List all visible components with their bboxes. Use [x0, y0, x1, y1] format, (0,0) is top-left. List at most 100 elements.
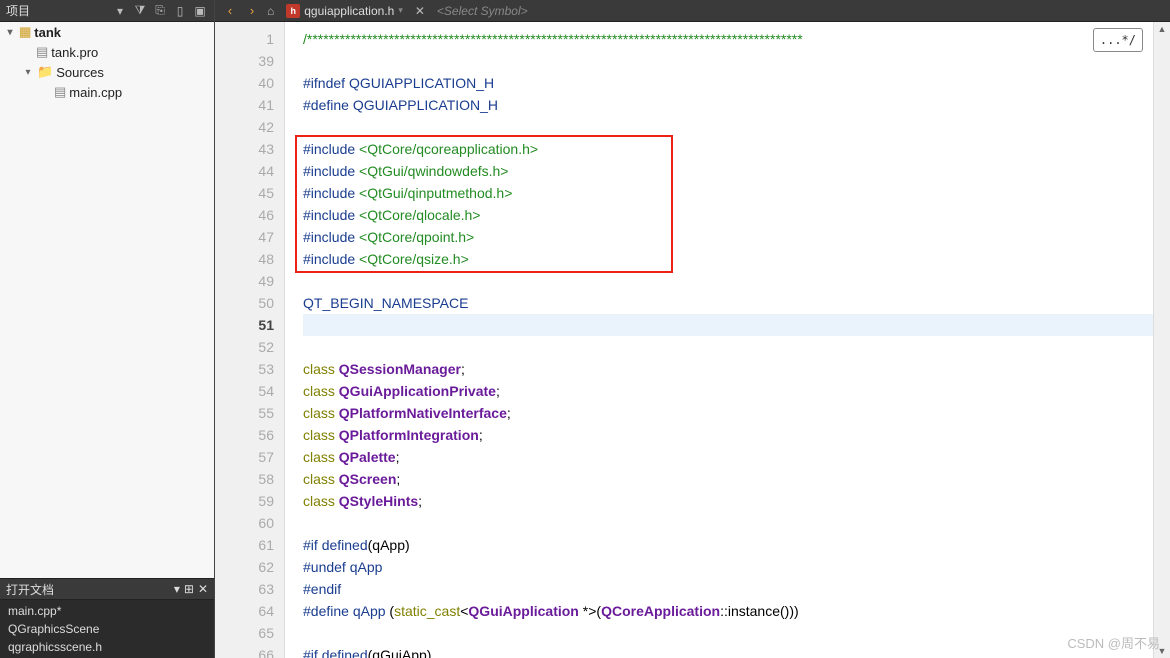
open-docs-list: main.cpp* QGraphicsScene qgraphicsscene.… — [0, 600, 214, 658]
open-doc-item[interactable]: QGraphicsScene — [0, 620, 214, 638]
tree-label: tank — [34, 25, 61, 40]
nav-forward-button[interactable]: › — [243, 2, 261, 20]
expand-icon[interactable]: ▾ — [4, 27, 16, 38]
line-number: 52 — [215, 336, 274, 358]
code-line[interactable]: class QPalette; — [303, 446, 1153, 468]
tree-label: Sources — [56, 65, 104, 80]
line-number: 55 — [215, 402, 274, 424]
link-icon[interactable]: ⎘ — [152, 3, 168, 19]
code-line[interactable]: #include <QtGui/qwindowdefs.h> — [303, 160, 1153, 182]
line-number: 65 — [215, 622, 274, 644]
left-column: 项目 ▾ ⧩ ⎘ ▯ ▣ ▾ ▦ tank ▤ tank.pro ▾ 📁 Sou… — [0, 0, 215, 658]
code-line[interactable]: #include <QtCore/qcoreapplication.h> — [303, 138, 1153, 160]
line-number: 59 — [215, 490, 274, 512]
line-number: 41 — [215, 94, 274, 116]
code-editor[interactable]: 1394041424344454647484950515253545556575… — [215, 22, 1170, 658]
code-area[interactable]: ...*/ /*********************************… — [285, 22, 1153, 658]
symbol-selector[interactable]: <Select Symbol> — [431, 4, 1164, 18]
line-number: 60 — [215, 512, 274, 534]
nav-back-button[interactable]: ‹ — [221, 2, 239, 20]
code-line[interactable]: QT_BEGIN_NAMESPACE — [303, 292, 1153, 314]
project-panel-header: 项目 ▾ ⧩ ⎘ ▯ ▣ — [0, 0, 214, 22]
code-line[interactable]: #define QGUIAPPLICATION_H — [303, 94, 1153, 116]
code-line[interactable] — [303, 116, 1153, 138]
project-panel-title: 项目 — [6, 2, 108, 19]
code-line[interactable]: #if defined(qGuiApp) — [303, 644, 1153, 658]
code-line[interactable] — [303, 512, 1153, 534]
project-icon: ▦ — [19, 24, 31, 40]
code-line[interactable]: #undef qApp — [303, 556, 1153, 578]
line-number: 50 — [215, 292, 274, 314]
code-line[interactable]: class QPlatformNativeInterface; — [303, 402, 1153, 424]
code-line[interactable]: #if defined(qApp) — [303, 534, 1153, 556]
code-line[interactable] — [303, 270, 1153, 292]
open-docs-close-icon[interactable]: ✕ — [198, 582, 208, 596]
code-line[interactable]: #include <QtGui/qinputmethod.h> — [303, 182, 1153, 204]
nav-buttons: ‹ › — [221, 2, 261, 20]
code-line[interactable]: #include <QtCore/qlocale.h> — [303, 204, 1153, 226]
line-number: 46 — [215, 204, 274, 226]
line-number: 57 — [215, 446, 274, 468]
file-icon: ▤ — [36, 44, 48, 60]
folder-icon: 📁 — [37, 64, 53, 80]
code-line[interactable] — [303, 336, 1153, 358]
scroll-down-icon[interactable]: ▼ — [1158, 644, 1167, 658]
code-line[interactable] — [303, 314, 1153, 336]
project-tree[interactable]: ▾ ▦ tank ▤ tank.pro ▾ 📁 Sources ▤ main.c… — [0, 22, 214, 578]
collapse-icon[interactable]: ▣ — [192, 3, 208, 19]
code-line[interactable] — [303, 50, 1153, 72]
line-number: 58 — [215, 468, 274, 490]
code-line[interactable]: class QScreen; — [303, 468, 1153, 490]
code-line[interactable] — [303, 622, 1153, 644]
code-line[interactable]: class QSessionManager; — [303, 358, 1153, 380]
line-number: 39 — [215, 50, 274, 72]
tab-dropdown-icon[interactable]: ▾ — [398, 5, 403, 16]
project-dropdown-icon[interactable]: ▾ — [112, 3, 128, 19]
expand-icon[interactable]: ▾ — [22, 67, 34, 78]
active-tab[interactable]: h qguiapplication.h ▾ — [280, 4, 409, 18]
open-doc-item[interactable]: qgraphicsscene.h — [0, 638, 214, 656]
line-number: 1 — [215, 28, 274, 50]
tree-label: main.cpp — [69, 85, 122, 100]
code-line[interactable]: #include <QtCore/qsize.h> — [303, 248, 1153, 270]
line-number: 40 — [215, 72, 274, 94]
code-line[interactable]: /***************************************… — [303, 28, 1153, 50]
code-line[interactable]: #ifndef QGUIAPPLICATION_H — [303, 72, 1153, 94]
tree-file[interactable]: ▤ main.cpp — [0, 82, 214, 102]
split-icon[interactable]: ▯ — [172, 3, 188, 19]
open-docs-split-icon[interactable]: ⊞ — [184, 582, 194, 596]
line-number: 66 — [215, 644, 274, 658]
line-number: 64 — [215, 600, 274, 622]
tree-label: tank.pro — [51, 45, 98, 60]
vertical-scrollbar[interactable]: ▲ ▼ — [1153, 22, 1170, 658]
open-doc-item[interactable]: main.cpp* — [0, 602, 214, 620]
code-line[interactable]: class QGuiApplicationPrivate; — [303, 380, 1153, 402]
scroll-up-icon[interactable]: ▲ — [1158, 22, 1167, 36]
tree-root[interactable]: ▾ ▦ tank — [0, 22, 214, 42]
code-line[interactable]: #include <QtCore/qpoint.h> — [303, 226, 1153, 248]
line-number: 48 — [215, 248, 274, 270]
right-column: ‹ › ⌂ h qguiapplication.h ▾ ✕ <Select Sy… — [215, 0, 1170, 658]
editor-topbar: ‹ › ⌂ h qguiapplication.h ▾ ✕ <Select Sy… — [215, 0, 1170, 22]
code-line[interactable]: #define qApp (static_cast<QGuiApplicatio… — [303, 600, 1153, 622]
line-number: 53 — [215, 358, 274, 380]
line-number: 61 — [215, 534, 274, 556]
fold-badge[interactable]: ...*/ — [1093, 28, 1143, 52]
file-icon: ▤ — [54, 84, 66, 100]
open-docs-dropdown-icon[interactable]: ▾ — [174, 582, 180, 596]
tab-close-button[interactable]: ✕ — [415, 4, 425, 18]
line-number: 63 — [215, 578, 274, 600]
tree-file[interactable]: ▤ tank.pro — [0, 42, 214, 62]
tree-folder[interactable]: ▾ 📁 Sources — [0, 62, 214, 82]
open-docs-title: 打开文档 — [6, 581, 170, 598]
line-number: 43 — [215, 138, 274, 160]
tab-filename: qguiapplication.h — [304, 4, 394, 18]
header-file-icon: h — [286, 4, 300, 18]
line-number: 54 — [215, 380, 274, 402]
code-line[interactable]: #endif — [303, 578, 1153, 600]
filter-icon[interactable]: ⧩ — [132, 3, 148, 19]
line-number-gutter: 1394041424344454647484950515253545556575… — [215, 22, 285, 658]
code-line[interactable]: class QStyleHints; — [303, 490, 1153, 512]
bookmark-icon[interactable]: ⌂ — [267, 4, 274, 18]
code-line[interactable]: class QPlatformIntegration; — [303, 424, 1153, 446]
